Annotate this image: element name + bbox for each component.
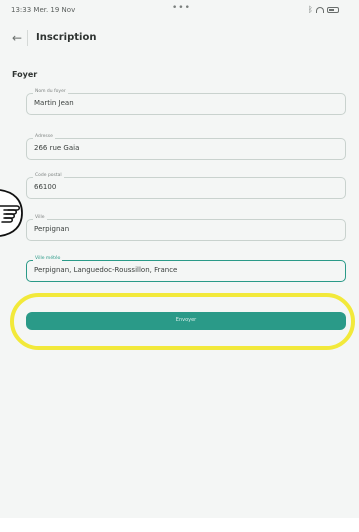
page-title: Inscription — [36, 32, 97, 43]
household-name-value: Martin Jean — [34, 99, 74, 107]
postal-code-value: 66100 — [34, 183, 57, 191]
address-label: Adresse — [33, 134, 55, 139]
app-header: ← Inscription — [0, 22, 359, 56]
hand-pointer-icon — [0, 189, 23, 237]
status-time: 13:33 Mer. 19 Nov — [11, 6, 76, 14]
header-divider — [27, 30, 28, 46]
weather-city-label: Ville météo — [33, 256, 63, 261]
multitask-dots[interactable]: ••• — [172, 3, 191, 13]
wifi-icon — [315, 6, 324, 13]
tablet-screen: 13:33 Mer. 19 Nov ••• ᛒ ← Inscription Fo… — [0, 0, 359, 518]
section-title: Foyer — [12, 70, 38, 79]
address-field[interactable]: Adresse 266 rue Gaia — [26, 134, 346, 160]
city-field[interactable]: Ville Perpignan — [26, 215, 346, 241]
bluetooth-icon: ᛒ — [308, 5, 313, 14]
arrow-left-icon[interactable]: ← — [12, 32, 22, 44]
screen: 13:33 Mer. 19 Nov ••• ᛒ ← Inscription Fo… — [0, 0, 359, 532]
household-name-field[interactable]: Nom du foyer Martin Jean — [26, 89, 346, 115]
postal-code-field[interactable]: Code postal 66100 — [26, 173, 346, 199]
battery-icon — [326, 6, 339, 13]
city-label: Ville — [33, 215, 47, 220]
weather-city-field[interactable]: Ville météo Perpignan, Languedoc-Roussil… — [26, 256, 346, 282]
status-bar: 13:33 Mer. 19 Nov ••• ᛒ — [0, 0, 359, 22]
status-icons: ᛒ — [308, 5, 339, 14]
city-value: Perpignan — [34, 225, 70, 233]
weather-city-value: Perpignan, Languedoc-Roussillon, France — [34, 266, 178, 274]
highlight-ring — [10, 293, 355, 350]
address-value: 266 rue Gaia — [34, 144, 80, 152]
postal-code-label: Code postal — [33, 173, 64, 178]
household-name-label: Nom du foyer — [33, 89, 68, 94]
